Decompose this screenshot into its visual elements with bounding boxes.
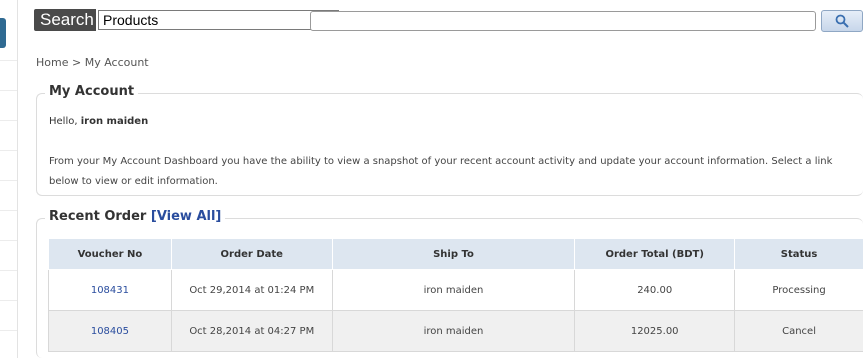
search-button[interactable] <box>821 10 863 32</box>
rail-divider <box>0 150 17 151</box>
account-description: From your My Account Dashboard you have … <box>49 156 833 187</box>
rail-divider <box>0 90 17 91</box>
search-label: Search <box>34 9 96 31</box>
search-icon <box>835 14 849 28</box>
account-title: My Account <box>45 84 139 99</box>
recent-orders-title: Recent Order [View All] <box>45 209 226 224</box>
order-date-cell: Oct 28,2014 at 04:27 PM <box>170 310 333 352</box>
recent-orders-panel: Recent Order [View All] Voucher No Order… <box>36 209 863 358</box>
voucher-cell[interactable]: 108431 <box>48 269 172 311</box>
rail-divider <box>0 120 17 121</box>
table-row: 108405 Oct 28,2014 at 04:27 PM iron maid… <box>48 310 863 352</box>
recent-orders-label: Recent Order <box>49 209 147 224</box>
order-date-cell: Oct 29,2014 at 01:24 PM <box>170 269 333 311</box>
order-total-cell: 240.00 <box>574 269 736 311</box>
rail-divider <box>0 60 17 61</box>
ship-to-cell: iron maiden <box>331 269 576 311</box>
category-select-value: Products <box>103 12 159 28</box>
orders-table: Voucher No Order Date Ship To Order Tota… <box>48 238 863 352</box>
greeting: Hello, iron maiden <box>49 116 148 127</box>
order-total-cell: 12025.00 <box>574 310 736 352</box>
rail-tab[interactable] <box>0 18 6 48</box>
category-select[interactable]: Products ▼ <box>98 10 339 30</box>
column-header-order-date: Order Date <box>170 238 333 270</box>
account-panel: My Account Hello, iron maiden From your … <box>36 84 863 196</box>
rail-divider <box>0 180 17 181</box>
column-header-order-total: Order Total (BDT) <box>574 238 736 270</box>
column-header-ship-to: Ship To <box>331 238 576 270</box>
table-row: 108431 Oct 29,2014 at 01:24 PM iron maid… <box>48 269 863 311</box>
rail-divider <box>0 210 17 211</box>
search-bar: Search Products ▼ <box>34 8 863 34</box>
column-header-voucher: Voucher No <box>48 238 172 270</box>
rail-divider <box>0 300 17 301</box>
ship-to-cell: iron maiden <box>331 310 576 352</box>
voucher-cell[interactable]: 108405 <box>48 310 172 352</box>
user-name: iron maiden <box>80 116 149 127</box>
rail-divider <box>0 270 17 271</box>
status-cell: Processing <box>734 269 863 311</box>
column-header-status: Status <box>734 238 863 270</box>
status-cell: Cancel <box>734 310 863 352</box>
voucher-link[interactable]: 108405 <box>91 326 129 337</box>
table-header-row: Voucher No Order Date Ship To Order Tota… <box>48 238 863 270</box>
breadcrumb: Home > My Account <box>36 56 149 69</box>
view-all-link[interactable]: [View All] <box>151 209 222 224</box>
voucher-link[interactable]: 108431 <box>91 285 129 296</box>
left-rail <box>0 0 18 358</box>
breadcrumb-current: My Account <box>84 56 149 69</box>
rail-divider <box>0 240 17 241</box>
rail-divider <box>0 330 17 331</box>
search-input[interactable] <box>310 11 816 31</box>
greeting-prefix: Hello, <box>49 116 78 127</box>
breadcrumb-home[interactable]: Home <box>36 56 68 69</box>
breadcrumb-separator: > <box>71 56 82 69</box>
